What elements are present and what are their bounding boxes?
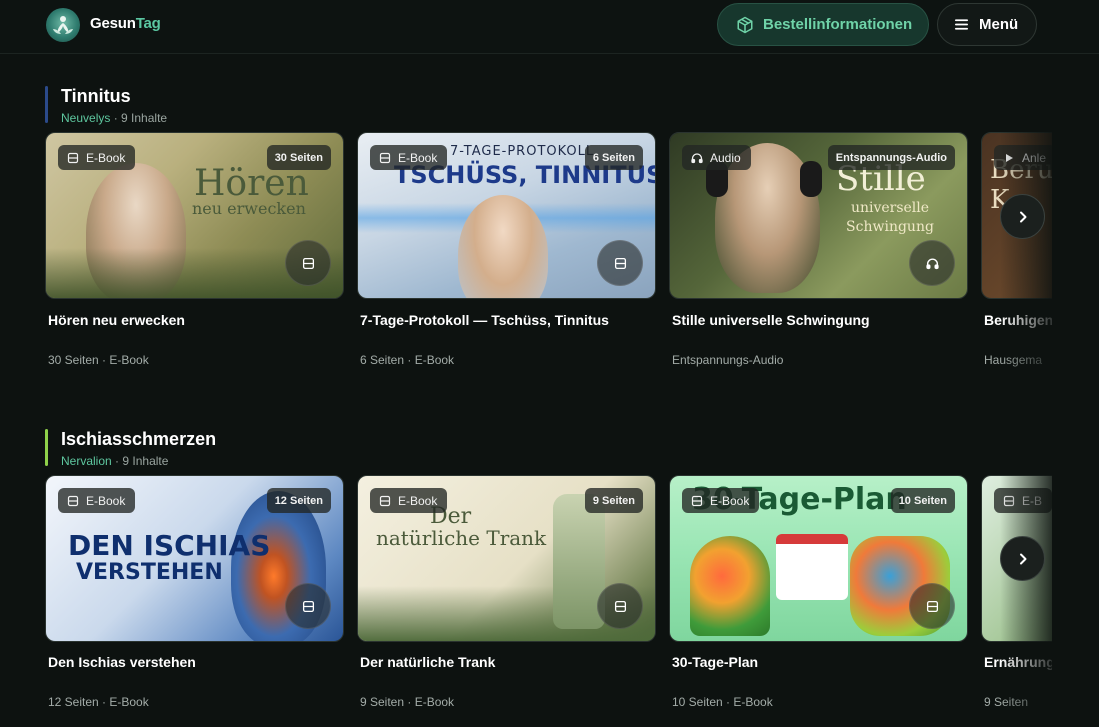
card-title[interactable]: Beruhigen: [984, 312, 1052, 328]
brand-name[interactable]: GesunTag: [90, 15, 161, 32]
page-count-badge: 12 Seiten: [266, 488, 331, 513]
package-icon: [737, 16, 753, 33]
content-type-label: Audio: [710, 150, 741, 165]
open-book-button[interactable]: [597, 583, 643, 629]
content-type-badge: Anle: [994, 145, 1052, 170]
carousel-next-button[interactable]: [1000, 194, 1045, 239]
content-type-badge: E-Book: [58, 145, 136, 170]
play-icon: [1006, 153, 1013, 162]
carousel-next-button[interactable]: [1000, 536, 1045, 581]
card-meta: 9 Seiten · E-Book: [360, 695, 455, 709]
section-title: Ischiasschmerzen: [61, 429, 217, 449]
headphones-icon: [691, 152, 703, 163]
book-icon: [67, 152, 79, 163]
book-icon: [614, 257, 626, 269]
card-title[interactable]: Hören neu erwecken: [48, 312, 185, 328]
lotus-icon: [53, 16, 73, 34]
section-count: · 9 Inhalte: [113, 111, 168, 125]
section-accent-bar: [45, 429, 48, 466]
card-title[interactable]: Stille universelle Schwingung: [672, 312, 870, 328]
top-header: GesunTag Bestellinformationen Menü: [0, 0, 1099, 54]
cover-title-line2: natürliche Trank: [376, 526, 547, 550]
card-thumbnail[interactable]: Stille universelle Schwingung Audio Ents…: [669, 132, 968, 299]
content-type-badge: E-Book: [370, 488, 448, 513]
card-meta: 6 Seiten · E-Book: [360, 353, 455, 367]
cover-title-line2: VERSTEHEN: [76, 560, 223, 585]
brand-name-part2: Tag: [135, 15, 161, 32]
audio-category-badge: Entspannungs-Audio: [827, 145, 955, 170]
play-audio-button[interactable]: [909, 240, 955, 286]
section-subtitle: Neuvelys · 9 Inhalte: [61, 111, 167, 125]
content-type-label: E-Book: [398, 150, 438, 165]
book-icon: [379, 495, 391, 506]
book-icon: [926, 600, 938, 612]
section-count: · 9 Inhalte: [115, 454, 169, 468]
open-book-button[interactable]: [285, 583, 331, 629]
section-title: Tinnitus: [61, 86, 131, 106]
chevron-right-icon: [1019, 553, 1026, 564]
book-icon: [302, 600, 314, 612]
content-type-label: Anle: [1022, 150, 1047, 165]
open-book-button[interactable]: [285, 240, 331, 286]
menu-button[interactable]: Menü: [937, 3, 1037, 46]
cover-title-line2: neu erwecken: [192, 199, 306, 218]
card-meta: 30 Seiten · E-Book: [48, 353, 149, 367]
open-book-button[interactable]: [909, 583, 955, 629]
card-title[interactable]: 30-Tage-Plan: [672, 654, 758, 670]
chevron-right-icon: [1019, 211, 1026, 222]
carousel-row: Hören neu erwecken E-Book 30 Seiten Höre…: [0, 132, 1052, 372]
card-meta: Entspannungs-Audio: [672, 353, 784, 367]
page-count-badge: 10 Seiten: [890, 488, 955, 513]
card-thumbnail[interactable]: DEN ISCHIAS VERSTEHEN E-Book 12 Seiten: [45, 475, 344, 642]
book-icon: [1003, 495, 1015, 506]
card-thumbnail[interactable]: Hören neu erwecken E-Book 30 Seiten: [45, 132, 344, 299]
card-thumbnail[interactable]: Der natürliche Trank E-Book 9 Seiten: [357, 475, 656, 642]
card-title[interactable]: 7-Tage-Protokoll — Tschüss, Tinnitus: [360, 312, 609, 328]
page-count-badge: 30 Seiten: [266, 145, 331, 170]
book-icon: [691, 495, 703, 506]
brand-logo[interactable]: [46, 8, 80, 42]
content-type-badge: E-Book: [58, 488, 136, 513]
card-meta: Hausgema: [984, 353, 1043, 367]
page-count-badge: 6 Seiten: [584, 145, 643, 170]
content-type-badge: E-B: [994, 488, 1052, 513]
content-type-badge: Audio: [682, 145, 751, 170]
content-type-label: E-Book: [398, 493, 438, 508]
card-meta: 10 Seiten · E-Book: [672, 695, 773, 709]
order-info-label: Bestellinformationen: [763, 16, 913, 33]
content-type-label: E-Book: [710, 493, 750, 508]
content-type-label: E-Book: [86, 150, 126, 165]
book-icon: [614, 600, 626, 612]
content-type-label: E-Book: [86, 493, 126, 508]
card-meta: 9 Seiten: [984, 695, 1029, 709]
card-title[interactable]: Der natürliche Trank: [360, 654, 495, 670]
headphones-icon: [925, 258, 939, 269]
cover-title-line1: 7-TAGE-PROTOKOLL: [450, 144, 595, 159]
order-info-button[interactable]: Bestellinformationen: [717, 3, 929, 46]
card-title[interactable]: Ernährung: [984, 654, 1052, 670]
section-brand[interactable]: Neuvelys: [61, 111, 110, 125]
section-accent-bar: [45, 86, 48, 123]
cover-title-line1: DEN ISCHIAS: [68, 529, 271, 562]
card-thumbnail[interactable]: 7-TAGE-PROTOKOLL TSCHÜSS, TINNITUS E-Boo…: [357, 132, 656, 299]
section-brand[interactable]: Nervalion: [61, 454, 112, 468]
content-type-badge: E-Book: [370, 145, 448, 170]
content-type-badge: E-Book: [682, 488, 760, 513]
menu-label: Menü: [979, 16, 1019, 33]
brand-name-part1: Gesun: [90, 15, 136, 32]
card-meta: 12 Seiten · E-Book: [48, 695, 149, 709]
hamburger-icon: [954, 19, 969, 30]
section-subtitle: Nervalion · 9 Inhalte: [61, 454, 168, 468]
page-count-badge: 9 Seiten: [584, 488, 643, 513]
card-thumbnail[interactable]: 30-Tage-Plan E-Book 10 Seiten: [669, 475, 968, 642]
card-title[interactable]: Den Ischias verstehen: [48, 654, 196, 670]
book-icon: [302, 257, 314, 269]
book-icon: [67, 495, 79, 506]
content-type-label: E-B: [1022, 493, 1043, 508]
open-book-button[interactable]: [597, 240, 643, 286]
cover-title-line2: universelle Schwingung: [846, 200, 934, 235]
book-icon: [379, 152, 391, 163]
carousel-row: DEN ISCHIAS VERSTEHEN E-Book 12 Seiten D…: [0, 475, 1052, 727]
